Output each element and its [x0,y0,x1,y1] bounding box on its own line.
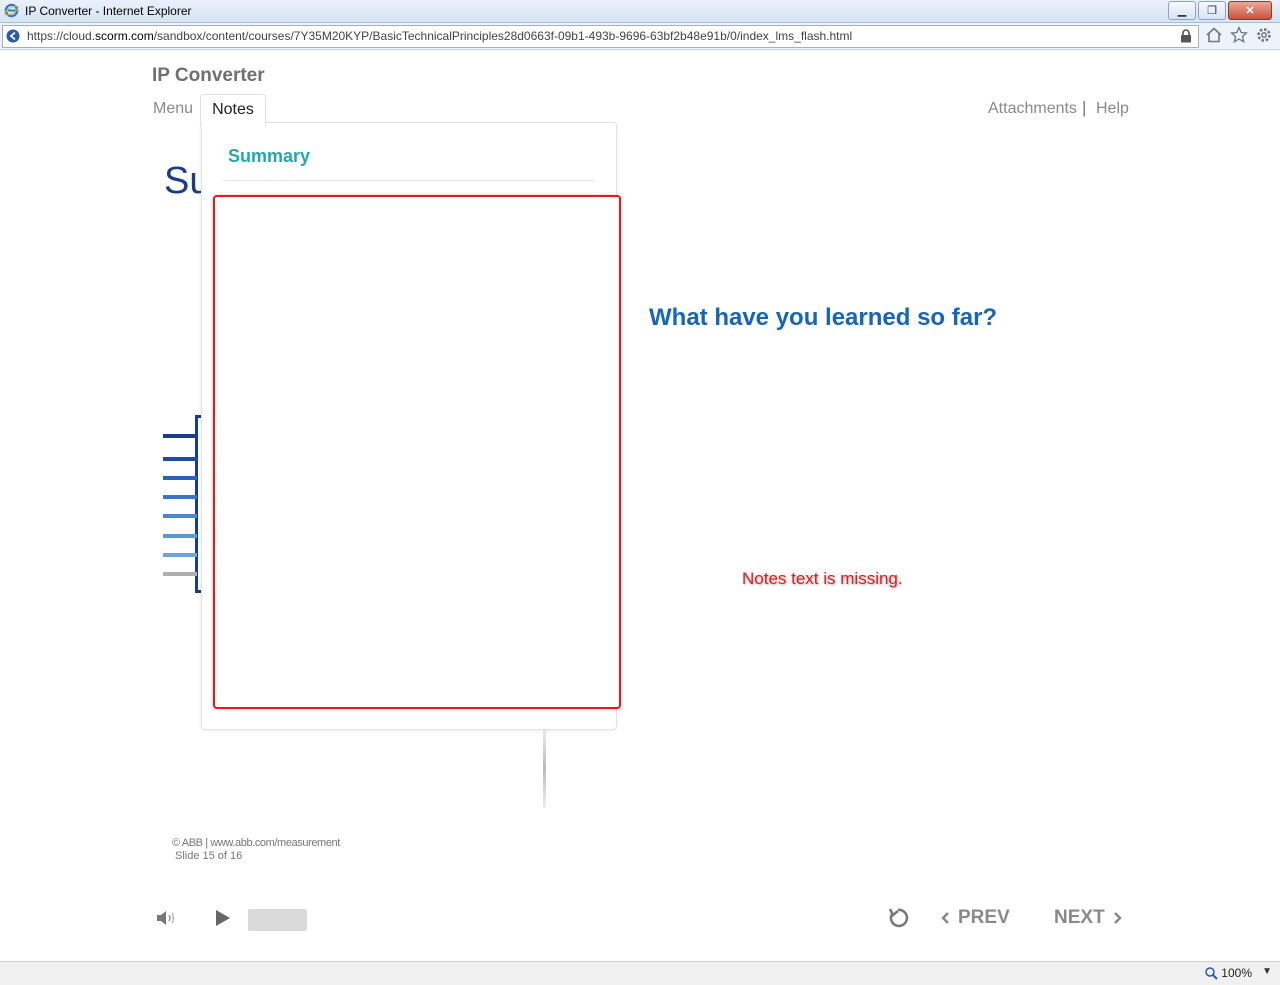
prev-button[interactable]: PREV [940,907,1010,929]
next-label: NEXT [1054,907,1105,928]
help-link[interactable]: Help [1096,100,1129,118]
restore-button[interactable]: ❐ [1198,1,1226,20]
volume-icon[interactable] [155,908,177,928]
chevron-left-icon [941,912,949,924]
gear-icon[interactable] [1255,26,1273,44]
playback-progress-bar[interactable] [248,909,307,931]
url-text: https://cloud.scorm.com/sandbox/content/… [27,29,853,43]
nav-separator: | [1082,98,1087,117]
back-arrow-icon[interactable] [6,29,20,43]
zoom-magnifier-icon [1205,966,1219,980]
play-icon[interactable] [214,908,232,928]
copyright-text: © ABB | www.abb.com/measurement [172,837,340,849]
window-titlebar: IP Converter - Internet Explorer ▁ ❐ ✕ [0,0,1280,23]
status-bar: 100% ▼ [0,961,1280,985]
slide-counter: Slide 15 of 16 [175,850,243,862]
address-bar: https://cloud.scorm.com/sandbox/content/… [0,23,1280,50]
menu-tab[interactable]: Menu [153,100,193,118]
zoom-dropdown-icon[interactable]: ▼ [1262,966,1272,977]
ie-logo-icon [4,3,19,18]
window-title: IP Converter - Internet Explorer [25,4,192,18]
window-controls: ▁ ❐ ✕ [1168,1,1272,21]
notes-tab[interactable]: Notes [200,94,266,127]
annotation-callout: Notes text is missing. [742,569,903,588]
notes-title: Summary [228,146,311,166]
slide-divider-line [543,728,546,808]
lock-icon[interactable] [1180,29,1192,43]
prev-label: PREV [958,907,1010,928]
chevron-right-icon [1113,912,1122,924]
course-title: IP Converter [152,65,265,86]
zoom-level: 100% [1221,966,1252,980]
minimize-button[interactable]: ▁ [1168,1,1196,20]
replay-icon[interactable] [886,906,910,930]
notes-divider [223,180,595,181]
favorites-star-icon[interactable] [1230,26,1248,44]
notes-text-area[interactable] [213,195,621,709]
zoom-control[interactable]: 100% [1205,966,1252,980]
url-field[interactable]: https://cloud.scorm.com/sandbox/content/… [2,25,1199,48]
attachments-link[interactable]: Attachments [988,100,1077,118]
close-button[interactable]: ✕ [1228,1,1272,20]
home-icon[interactable] [1205,26,1223,44]
slide-question: What have you learned so far? [649,304,998,331]
next-button[interactable]: NEXT [1054,907,1123,929]
